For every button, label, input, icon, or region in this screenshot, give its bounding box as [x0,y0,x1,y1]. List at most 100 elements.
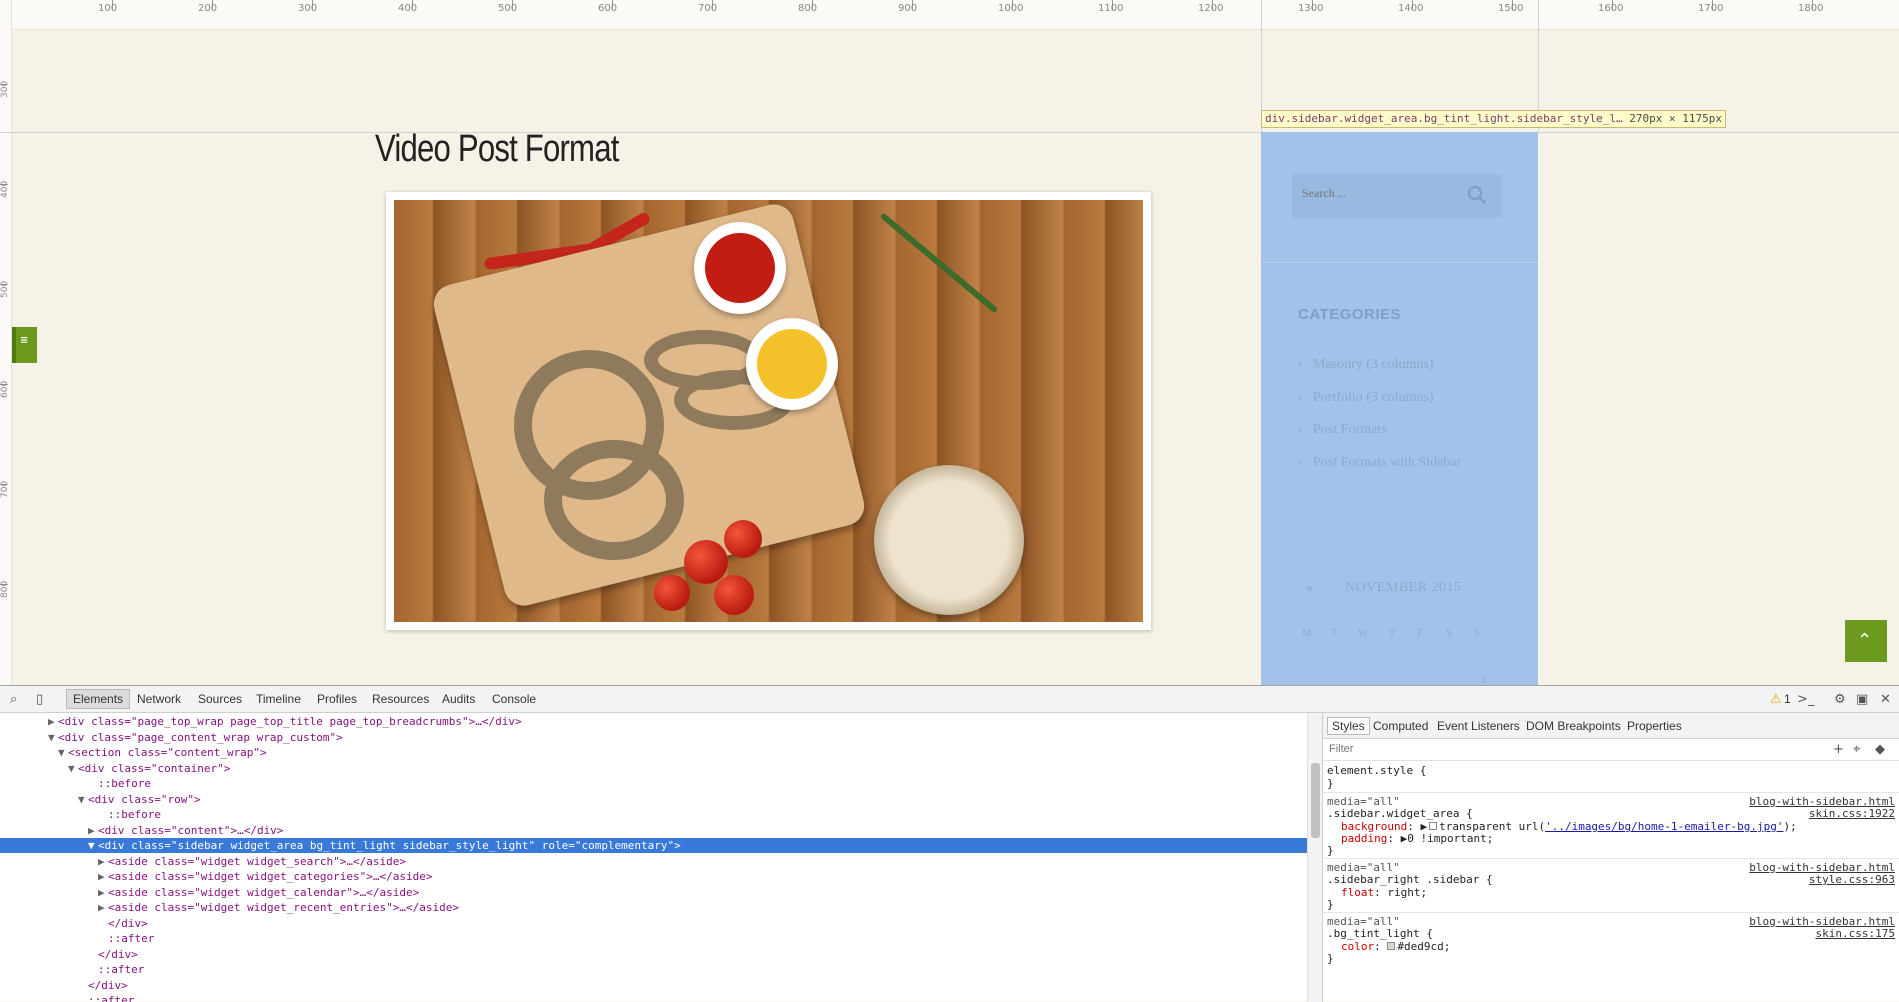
dom-node[interactable]: ::before [0,776,1307,791]
tab-timeline[interactable]: Timeline [256,692,301,706]
ruler-tick-label: 600 [0,380,10,398]
ruler-tick-label: 900 [898,3,918,14]
tab-computed[interactable]: Computed [1373,719,1428,733]
inspect-search-icon[interactable]: ⌕ [10,692,17,707]
search-input[interactable] [1302,186,1452,201]
tab-profiles[interactable]: Profiles [317,692,357,706]
cherry-tomato [724,520,762,558]
dom-node[interactable]: ▶ <div class="content">…</div> [0,823,1307,838]
expand-triangle-icon[interactable]: ▶ [98,900,108,915]
arrow-up-icon: ⌃ [1857,630,1873,651]
rule-separator [1323,912,1899,913]
color-swatch[interactable] [1429,822,1438,830]
collapse-triangle-icon[interactable]: ▼ [68,761,78,776]
rule-source-link[interactable]: style.css:963 [1809,873,1895,886]
warning-count[interactable]: 1 [1784,692,1791,706]
search-icon[interactable] [1466,184,1488,211]
rosemary-sprig [879,212,999,314]
css-property[interactable]: float: right; [1341,886,1427,899]
expand-triangle-icon[interactable]: ▶ [88,823,98,838]
side-panel-tab[interactable]: ≡ [12,327,37,363]
element-style-rule[interactable]: element.style { [1327,764,1426,777]
sausage-photo [394,200,1143,622]
styles-filter-row: + ⌖ ◆ [1323,739,1899,761]
dom-node-selected[interactable]: ▼ <div class="sidebar widget_area bg_tint… [0,838,1307,853]
expand-triangle-icon[interactable]: ▶ [98,885,108,900]
tab-sources[interactable]: Sources [198,692,242,706]
dom-node[interactable]: ▼ <div class="page_content_wrap wrap_cust… [0,730,1307,745]
dom-node[interactable]: ▼ <div class="row"> [0,792,1307,807]
rule-close-brace: } [1327,898,1334,911]
tab-properties[interactable]: Properties [1627,719,1682,733]
dom-node[interactable]: ::before [0,807,1307,822]
color-swatch[interactable] [1387,942,1396,950]
scroll-to-top-button[interactable]: ⌃ [1845,620,1887,662]
tab-resources[interactable]: Resources [372,692,429,706]
dom-node[interactable]: ▶ <aside class="widget widget_search">…</… [0,854,1307,869]
rule-selector[interactable]: .sidebar_right .sidebar { [1327,873,1493,886]
dom-node[interactable]: </div> [0,978,1307,993]
dom-node[interactable]: ▶ <aside class="widget widget_calendar">…… [0,885,1307,900]
expand-triangle-icon[interactable]: ▶ [98,869,108,884]
dom-node[interactable]: ▼ <div class="container"> [0,761,1307,776]
css-url-link[interactable]: '../images/bg/home-1-emailer-bg.jpg' [1545,820,1783,833]
pin-icon[interactable]: ⌖ [1853,742,1860,757]
tab-event-listeners[interactable]: Event Listeners [1437,719,1520,733]
color-format-icon[interactable]: ◆ [1875,742,1885,757]
tab-console[interactable]: Console [492,692,536,706]
tab-styles[interactable]: Styles [1327,717,1370,735]
rule-source-link[interactable]: skin.css:175 [1816,927,1895,940]
category-link[interactable]: › Post Formats [1298,422,1387,438]
tab-audits[interactable]: Audits [442,692,475,706]
collapse-triangle-icon[interactable]: ▼ [58,745,68,760]
ruler-tick-label: 1200 [1198,3,1224,14]
rule-selector[interactable]: .bg_tint_light { [1327,927,1433,940]
dom-node[interactable]: ::after [0,931,1307,946]
calendar-weekday: F [1417,628,1423,639]
sidebar-search-widget[interactable] [1292,174,1502,218]
ruler-tick-label: 800 [0,580,10,598]
collapse-triangle-icon[interactable]: ▼ [88,838,98,853]
ruler-tick-label: 700 [0,480,10,498]
dom-node[interactable]: </div> [0,947,1307,962]
device-mode-icon[interactable]: ▯ [36,692,43,707]
ruler-tick-label: 500 [0,280,10,298]
warning-icon[interactable]: ⚠ [1770,692,1782,707]
dom-node-text: ::after [98,963,145,976]
console-drawer-icon[interactable]: >_ [1797,692,1814,707]
dock-side-icon[interactable]: ▣ [1856,692,1868,707]
category-link[interactable]: › Masonry (3 columns) [1298,357,1434,373]
collapse-triangle-icon[interactable]: ▼ [48,730,58,745]
add-rule-icon[interactable]: + [1833,742,1844,757]
collapse-triangle-icon[interactable]: ▼ [78,792,88,807]
dom-node[interactable]: ▶ <aside class="widget widget_recent_entr… [0,900,1307,915]
tab-elements[interactable]: Elements [66,689,131,709]
rule-selector[interactable]: .sidebar.widget_area { [1327,807,1473,820]
category-link[interactable]: › Post Formats with Sidebar [1298,455,1461,471]
gear-icon[interactable]: ⚙ [1834,692,1846,707]
calendar-day-cell[interactable]: 1 [1481,675,1486,685]
dom-node[interactable]: ▼ <section class="content_wrap"> [0,745,1307,760]
dom-node[interactable]: ▶ <div class="page_top_wrap page_top_titl… [0,714,1307,729]
css-property[interactable]: color: #ded9cd; [1341,940,1450,953]
scrollbar-thumb[interactable] [1311,763,1320,838]
chevron-right-icon: › [1298,422,1303,437]
post-featured-image[interactable] [386,192,1151,630]
tab-dom-breakpoints[interactable]: DOM Breakpoints [1526,719,1621,733]
dom-node[interactable]: ▶ <aside class="widget widget_categories"… [0,869,1307,884]
cherry-tomato [714,575,754,615]
tab-network[interactable]: Network [137,692,181,706]
dom-node-text: </div> [98,947,138,961]
styles-filter-input[interactable] [1329,743,1629,755]
calendar-prev-month-button[interactable]: « [1306,580,1314,597]
category-link[interactable]: › Portfolio (3 columns) [1298,390,1434,406]
rule-source-link[interactable]: skin.css:1922 [1809,807,1895,820]
expand-triangle-icon[interactable]: ▶ [98,854,108,869]
dom-node[interactable]: ::after [0,962,1307,977]
css-property[interactable]: padding: ▶0 !important; [1341,832,1493,845]
expand-triangle-icon[interactable]: ▶ [48,714,58,729]
dom-tree-scrollbar[interactable] [1307,713,1322,1002]
dom-tree[interactable]: ▶ <div class="page_top_wrap page_top_titl… [0,713,1307,1002]
dom-node[interactable]: </div> [0,916,1307,931]
close-icon[interactable]: ✕ [1880,692,1891,707]
